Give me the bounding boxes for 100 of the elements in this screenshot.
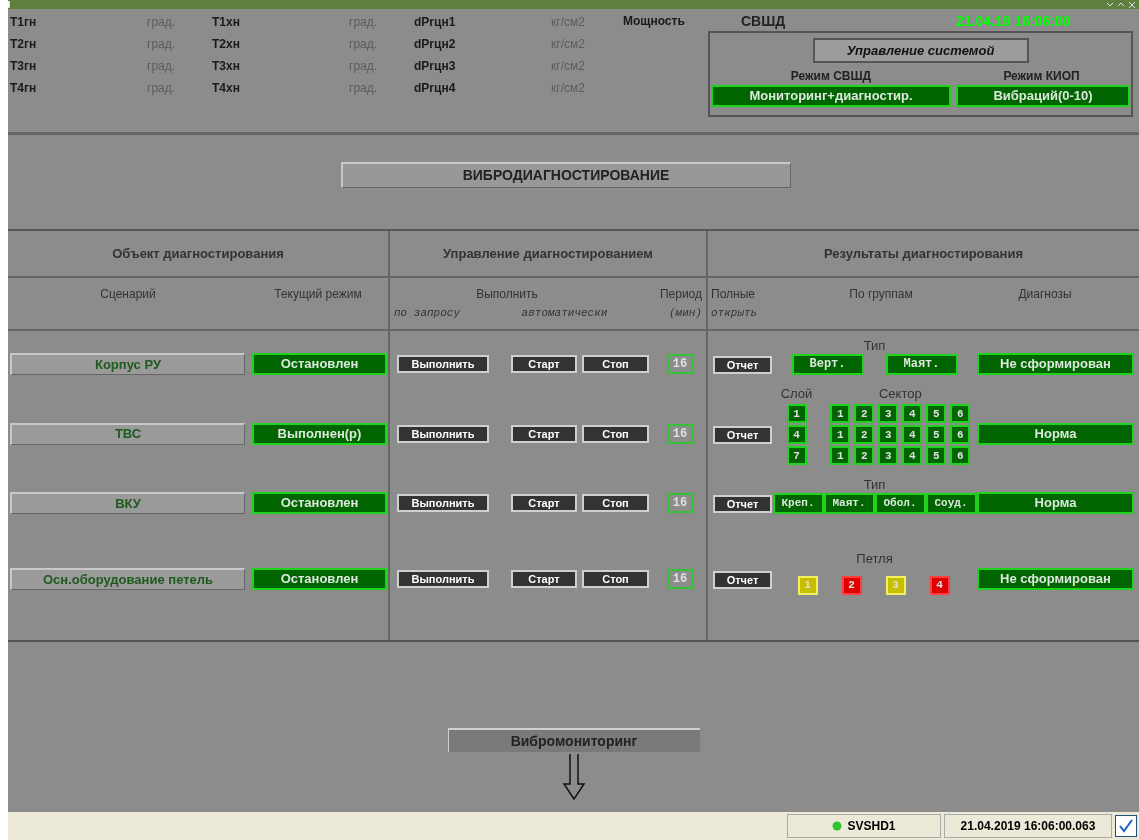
column-header: Диагнозы: [1017, 286, 1073, 303]
scenario-button[interactable]: Осн.оборудование петель: [10, 568, 245, 590]
stop-button[interactable]: Стоп: [582, 355, 649, 373]
server-name: SVSHD1: [847, 818, 896, 835]
sector-button[interactable]: 6: [950, 425, 971, 444]
minimize-icon[interactable]: [1107, 1, 1113, 7]
param-label: T2хн: [212, 36, 241, 53]
close-icon[interactable]: [1129, 1, 1135, 8]
diagnosis-status: Не сформирован: [977, 353, 1134, 375]
sector-button[interactable]: 3: [878, 425, 899, 444]
param-label: T3гн: [10, 58, 38, 75]
mode-value: Мониторинг+диагностир.: [711, 85, 951, 107]
power-label: Мощность: [623, 13, 686, 30]
start-button[interactable]: Старт: [511, 424, 577, 443]
loop-indicator[interactable]: 4: [929, 575, 950, 595]
sector-label: Сектор: [878, 386, 922, 402]
mode-status: Остановлен: [252, 353, 387, 375]
report-button[interactable]: Отчет: [713, 571, 772, 589]
stop-button[interactable]: Стоп: [582, 494, 649, 512]
layer-button[interactable]: 1: [786, 404, 807, 423]
clock: 21.04.19 16:06:00: [956, 11, 1071, 31]
start-button[interactable]: Старт: [511, 355, 577, 373]
param-label: T1хн: [212, 14, 241, 31]
sector-button[interactable]: 6: [950, 404, 971, 423]
execute-button[interactable]: Выполнить: [397, 424, 489, 443]
sector-button[interactable]: 1: [830, 425, 851, 444]
param-label: dPrцн4: [414, 80, 457, 97]
group-label: Тип: [863, 337, 886, 354]
report-button[interactable]: Отчет: [713, 495, 772, 513]
section-title: ВИБРОДИАГНОСТИРОВАНИЕ: [340, 162, 791, 188]
monitoring-button[interactable]: Вибромониторинг: [447, 728, 700, 752]
group-label: Петля: [856, 551, 893, 567]
maximize-icon[interactable]: [1118, 1, 1124, 7]
sector-button[interactable]: 5: [926, 425, 947, 444]
mode-label: Режим СВШД: [789, 68, 873, 85]
column-header: По группам: [848, 286, 914, 303]
group-header: Управление диагностированием: [443, 244, 653, 263]
system-control-button[interactable]: Управление системой: [812, 38, 1029, 63]
sector-button[interactable]: 6: [950, 446, 971, 465]
sector-button[interactable]: 3: [878, 446, 899, 465]
start-button[interactable]: Старт: [511, 494, 577, 512]
scenario-button[interactable]: ТВС: [10, 422, 245, 445]
type-button[interactable]: Верт.: [791, 353, 864, 375]
report-button[interactable]: Отчет: [713, 425, 772, 444]
column-header: Полные: [711, 286, 756, 303]
report-button[interactable]: Отчет: [713, 356, 772, 374]
type-button[interactable]: Обол.: [874, 492, 926, 514]
stop-button[interactable]: Стоп: [582, 424, 649, 443]
start-button[interactable]: Старт: [511, 570, 577, 588]
layer-button[interactable]: 4: [786, 425, 807, 444]
execute-button[interactable]: Выполнить: [397, 494, 489, 512]
type-button[interactable]: Соуд.: [925, 492, 977, 514]
param-label: T4гн: [10, 80, 38, 97]
loop-indicator[interactable]: 2: [841, 575, 862, 595]
column-subheader: по запросу: [394, 306, 460, 321]
sector-button[interactable]: 1: [830, 404, 851, 423]
sector-button[interactable]: 2: [854, 446, 875, 465]
param-label: dPrцн2: [414, 36, 457, 53]
mode-status: Остановлен: [252, 568, 387, 590]
type-button[interactable]: Маят.: [885, 353, 958, 375]
mode-value: Вибраций(0-10): [956, 85, 1130, 107]
sector-button[interactable]: 4: [902, 446, 923, 465]
column-header: Период: [659, 286, 702, 303]
mode-status: Остановлен: [252, 492, 387, 514]
diagnosis-status: Норма: [977, 422, 1134, 445]
param-label: T1гн: [10, 14, 38, 31]
layer-button[interactable]: 7: [786, 446, 807, 465]
param-label: dPrцн3: [414, 58, 457, 75]
sector-button[interactable]: 5: [926, 404, 947, 423]
checkbox[interactable]: [1115, 815, 1137, 837]
sector-button[interactable]: 4: [902, 425, 923, 444]
group-label: Тип: [863, 476, 886, 493]
group-header: Результаты диагностирования: [824, 244, 1023, 263]
scenario-button[interactable]: ВКУ: [10, 492, 245, 514]
stop-button[interactable]: Стоп: [582, 570, 649, 588]
sector-button[interactable]: 1: [830, 446, 851, 465]
execute-button[interactable]: Выполнить: [397, 355, 489, 373]
param-label: T2гн: [10, 36, 38, 53]
sector-button[interactable]: 3: [878, 404, 899, 423]
diagnosis-status: Норма: [977, 492, 1134, 514]
column-subheader: открыть: [711, 306, 759, 321]
sector-button[interactable]: 2: [854, 404, 875, 423]
column-subheader: (мин): [668, 306, 702, 321]
diagnosis-status: Не сформирован: [977, 568, 1134, 590]
check-icon: [1118, 819, 1134, 833]
sector-button[interactable]: 5: [926, 446, 947, 465]
execute-button[interactable]: Выполнить: [397, 570, 489, 588]
column-header: Выполнить: [475, 286, 539, 303]
scenario-button[interactable]: Корпус РУ: [10, 353, 245, 375]
type-button[interactable]: Маят.: [823, 492, 875, 514]
mode-label: Режим КИОП: [1002, 68, 1081, 85]
param-label: T3хн: [212, 58, 241, 75]
mode-status: Выполнен(р): [252, 422, 387, 445]
layer-label: Слой: [780, 386, 813, 402]
power-value: СВШД: [741, 11, 787, 31]
group-header: Объект диагностирования: [112, 244, 284, 263]
sector-button[interactable]: 4: [902, 404, 923, 423]
sector-button[interactable]: 2: [854, 425, 875, 444]
type-button[interactable]: Креп.: [772, 492, 824, 514]
status-datetime: 21.04.2019 16:06:00.063: [944, 814, 1112, 838]
